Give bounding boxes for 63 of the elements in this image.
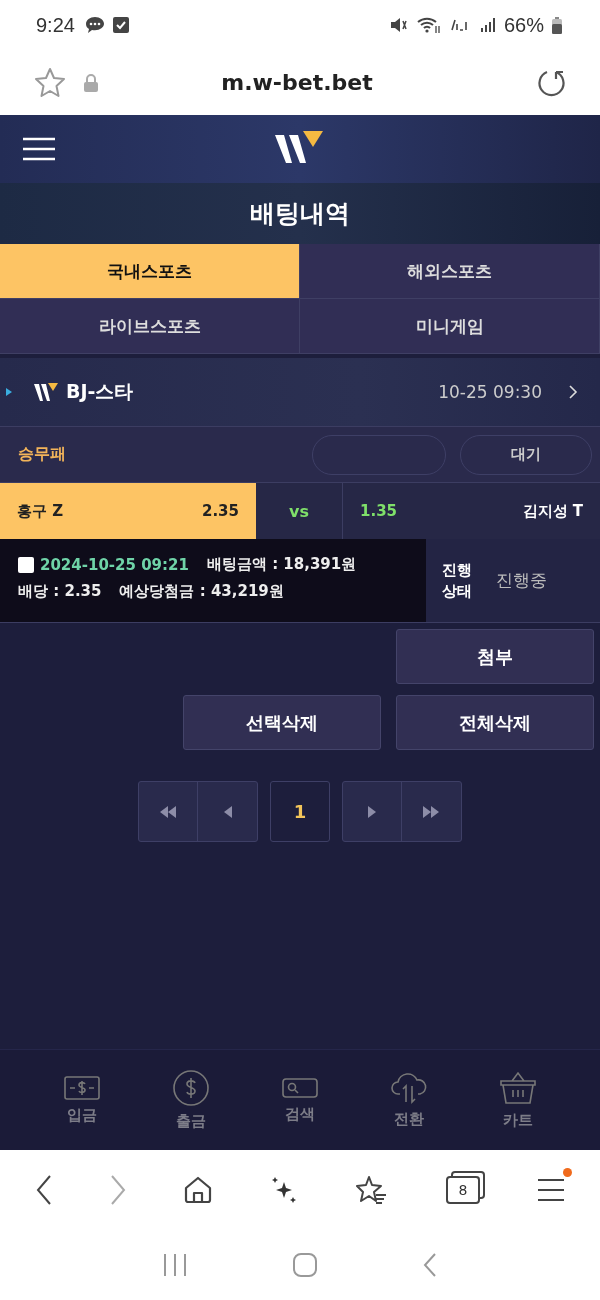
page-title: 배팅내역 xyxy=(250,198,350,230)
action-button[interactable]: 선택삭제 xyxy=(183,695,381,750)
lock-icon xyxy=(84,73,98,92)
action-button[interactable]: 첨부 xyxy=(396,629,594,684)
triangle-icon xyxy=(6,388,12,396)
banknote-icon xyxy=(64,1075,101,1100)
select-checkbox[interactable] xyxy=(18,556,34,573)
nav-item[interactable]: 검색 xyxy=(260,1050,340,1150)
double-right-icon xyxy=(422,805,441,818)
vs-label: vs xyxy=(289,501,309,521)
nav-item[interactable]: 입금 xyxy=(42,1050,123,1150)
action-button[interactable]: 전체삭제 xyxy=(396,695,594,750)
category-tab[interactable]: 미니게임 xyxy=(300,299,600,354)
sparkle-icon[interactable] xyxy=(270,1176,298,1204)
home-button-icon[interactable] xyxy=(293,1253,317,1277)
mute-icon xyxy=(389,17,408,33)
search-icon xyxy=(282,1076,318,1099)
odds-value: 2.35 xyxy=(202,502,239,520)
status-value: 진행중 xyxy=(496,569,547,592)
star-icon[interactable] xyxy=(34,66,66,99)
stake-amount: 배팅금액 : 18,391원 xyxy=(206,555,357,574)
battery-icon xyxy=(552,16,562,34)
chevron-right-icon xyxy=(568,384,578,400)
odds-value: 1.35 xyxy=(360,502,397,520)
team-name: 홍구 Z xyxy=(17,501,64,521)
bookmarks-icon[interactable] xyxy=(356,1175,388,1205)
bet-datetime: 2024-10-25 09:21 xyxy=(40,555,189,574)
page-button[interactable]: 1 xyxy=(270,781,330,842)
logo-icon xyxy=(34,383,58,401)
checkbox-icon xyxy=(112,17,129,33)
wifi-icon xyxy=(415,16,442,34)
category-tab[interactable]: 해외스포츠 xyxy=(300,244,600,299)
menu-icon[interactable] xyxy=(538,1178,564,1202)
recents-icon[interactable] xyxy=(163,1253,187,1277)
team-name: 김지성 T xyxy=(522,501,583,521)
tab-count: 8 xyxy=(458,1182,468,1198)
cloud-arrows-icon xyxy=(389,1071,428,1104)
league-name: BJ-스타 xyxy=(66,379,134,404)
basket-icon xyxy=(498,1070,537,1105)
game-time: 10-25 09:30 xyxy=(438,382,542,402)
nav-item[interactable]: 전환 xyxy=(368,1050,449,1150)
battery-percent: 66% xyxy=(503,13,544,37)
game-header[interactable]: BJ-스타 10-25 09:30 xyxy=(0,358,600,427)
back-icon[interactable] xyxy=(36,1175,52,1205)
coin-icon xyxy=(173,1069,210,1106)
home-team-option[interactable]: 홍구 Z 2.35 xyxy=(0,483,256,539)
status-label: 진행 상태 xyxy=(442,559,473,602)
logo-icon[interactable] xyxy=(275,131,325,165)
market-name: 승무패 xyxy=(18,444,66,465)
chat-icon xyxy=(84,16,105,34)
nav-item[interactable]: 카트 xyxy=(477,1050,558,1150)
url-text[interactable]: m.w-bet.bet xyxy=(116,70,478,95)
double-left-icon xyxy=(159,805,177,818)
odds-text: 배당 : 2.35 xyxy=(18,582,102,601)
clock: 9:24 xyxy=(36,13,75,37)
category-tab[interactable]: 라이브스포츠 xyxy=(0,299,300,354)
left-icon xyxy=(223,805,232,818)
nav-item[interactable]: 출금 xyxy=(151,1050,232,1150)
signal-icon xyxy=(479,17,496,33)
home-icon[interactable] xyxy=(184,1176,212,1204)
expected-payout: 예상당첨금 : 43,219원 xyxy=(119,582,284,601)
category-tab[interactable]: 국내스포츠 xyxy=(0,244,300,299)
right-icon xyxy=(367,805,377,818)
